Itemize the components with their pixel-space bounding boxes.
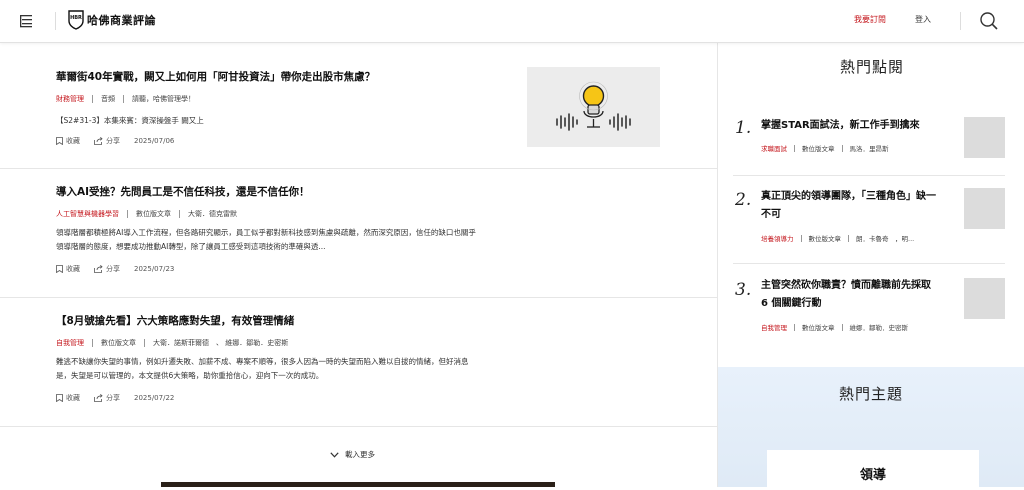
- article-title[interactable]: 【8月號搶先看】六大策略應對失望，有效管理情緒: [56, 313, 294, 328]
- article-title[interactable]: 導入AI受挫？先問員工是不信任科技，還是不信任你！: [56, 184, 310, 199]
- header-divider: [960, 12, 961, 30]
- svg-text:HBR: HBR: [70, 15, 82, 21]
- chevron-down-icon: [330, 451, 339, 458]
- share-icon: [94, 394, 103, 402]
- popular-type: 數位版文章: [808, 235, 842, 243]
- divider: [733, 263, 1005, 264]
- article-meta: 自我管理 數位版文章 大衛．諾斯菲爾德 、 維娜．鄒勒．史密斯: [56, 338, 288, 348]
- popular-title[interactable]: 掌握STAR面試法，新工作手到擒來: [761, 117, 941, 135]
- next-article-image: [161, 482, 555, 487]
- logo-text: 哈佛商業評論: [87, 14, 156, 27]
- popular-thumbnail[interactable]: [964, 117, 1005, 158]
- popular-author[interactable]: 朗．卡魯奇 ，明...: [856, 233, 914, 243]
- share-icon: [94, 265, 103, 273]
- article-actions: 收藏 分享 2025/07/06: [56, 136, 174, 146]
- popular-thumbnail[interactable]: [964, 188, 1005, 229]
- article-category[interactable]: 自我管理: [56, 338, 84, 348]
- share-button[interactable]: 分享: [94, 393, 120, 403]
- search-icon[interactable]: [979, 11, 999, 31]
- bookmark-icon: [56, 137, 63, 145]
- popular-meta: 培養領導力 數位版文章 朗．卡魯奇 ，明...: [761, 233, 914, 243]
- lightbulb-microphone-icon: [556, 81, 631, 131]
- article-meta: 財務管理 音頻 請聽，哈佛管理學！: [56, 94, 195, 104]
- share-button[interactable]: 分享: [94, 136, 120, 146]
- load-more-button[interactable]: 載入更多: [330, 449, 375, 460]
- article-summary: 領導階層都積極將AI導入工作流程，但各路研究顯示，員工似乎都對新科技感到焦慮與疏…: [56, 228, 476, 251]
- popular-category[interactable]: 自我管理: [761, 322, 787, 332]
- popular-rank: 2.: [735, 190, 752, 210]
- topics-panel: 熱門主題 領導: [718, 367, 1024, 490]
- topic-label: 領導: [859, 468, 886, 483]
- popular-category[interactable]: 求職面試: [761, 143, 787, 153]
- article-category[interactable]: 人工智慧與機器學習: [56, 209, 119, 219]
- article-item: 華爾街40年實戰，闕又上如何用「阿甘投資法」帶你走出股市焦慮？ 財務管理 音頻 …: [0, 43, 717, 169]
- article-item: 導入AI受挫？先問員工是不信任科技，還是不信任你！ 人工智慧與機器學習 數位版文…: [0, 169, 717, 298]
- popular-title[interactable]: 真正頂尖的領導團隊，「三種角色」缺一不可: [761, 188, 941, 224]
- popular-author[interactable]: 維娜．鄒勒．史密斯: [850, 322, 909, 332]
- save-button[interactable]: 收藏: [56, 136, 80, 146]
- save-button[interactable]: 收藏: [56, 393, 80, 403]
- popular-rank: 1.: [735, 118, 752, 138]
- site-header: HBR 哈佛商業評論 我要訂閱 登入: [0, 0, 1024, 43]
- topics-heading: 熱門主題: [838, 385, 903, 403]
- popular-author[interactable]: 馬洛．里昂斯: [850, 143, 889, 153]
- article-date: 2025/07/06: [134, 137, 175, 145]
- article-actions: 收藏 分享 2025/07/22: [56, 393, 174, 403]
- bookmark-icon: [56, 265, 63, 273]
- share-icon: [94, 137, 103, 145]
- article-author[interactable]: 大衛．德克雷默: [188, 209, 237, 219]
- article-type: 數位版文章: [101, 339, 136, 347]
- article-title[interactable]: 華爾街40年實戰，闕又上如何用「阿甘投資法」帶你走出股市焦慮？: [56, 69, 375, 84]
- save-button[interactable]: 收藏: [56, 264, 80, 274]
- popular-heading: 熱門點閱: [839, 58, 904, 76]
- logo-shield-icon: HBR: [68, 10, 84, 30]
- popular-meta: 求職面試 數位版文章 馬洛．里昂斯: [761, 143, 889, 153]
- popular-category[interactable]: 培養領導力: [761, 233, 794, 243]
- article-actions: 收藏 分享 2025/07/23: [56, 264, 174, 274]
- menu-icon[interactable]: [18, 12, 36, 30]
- article-date: 2025/07/23: [134, 265, 175, 273]
- article-author[interactable]: 大衛．諾斯菲爾德 、 維娜．鄒勒．史密斯: [153, 338, 288, 348]
- popular-type: 數位版文章: [802, 145, 835, 153]
- subscribe-link[interactable]: 我要訂閱: [854, 14, 886, 25]
- podcast-thumbnail[interactable]: [527, 67, 660, 147]
- popular-meta: 自我管理 數位版文章 維娜．鄒勒．史密斯: [761, 322, 908, 332]
- article-type: 數位版文章: [136, 210, 171, 218]
- login-link[interactable]: 登入: [915, 14, 931, 25]
- site-logo[interactable]: HBR 哈佛商業評論: [68, 10, 156, 30]
- popular-thumbnail[interactable]: [964, 278, 1005, 319]
- popular-type: 數位版文章: [802, 324, 835, 332]
- topic-card[interactable]: 領導: [767, 450, 979, 490]
- popular-rank: 3.: [735, 280, 752, 300]
- article-category[interactable]: 財務管理: [56, 94, 84, 104]
- article-item: 【8月號搶先看】六大策略應對失望，有效管理情緒 自我管理 數位版文章 大衛．諾斯…: [0, 298, 717, 427]
- divider: [733, 175, 1005, 176]
- article-author[interactable]: 請聽，哈佛管理學！: [132, 94, 195, 104]
- article-summary: 難逃不缺讓你失望的事情，例如升遷失敗、加薪不成、專案不順等，很多人因為一時的失望…: [56, 357, 469, 380]
- header-divider: [55, 12, 56, 30]
- bookmark-icon: [56, 394, 63, 402]
- popular-title[interactable]: 主管突然砍你職責？憤而離職前先採取 6 個關鍵行動: [761, 277, 941, 313]
- article-meta: 人工智慧與機器學習 數位版文章 大衛．德克雷默: [56, 209, 237, 219]
- article-summary: 【S2#31-3】本集來賓：資深操盤手 闕又上: [56, 116, 204, 125]
- article-type: 音頻: [101, 95, 115, 103]
- article-date: 2025/07/22: [134, 394, 175, 402]
- share-button[interactable]: 分享: [94, 264, 120, 274]
